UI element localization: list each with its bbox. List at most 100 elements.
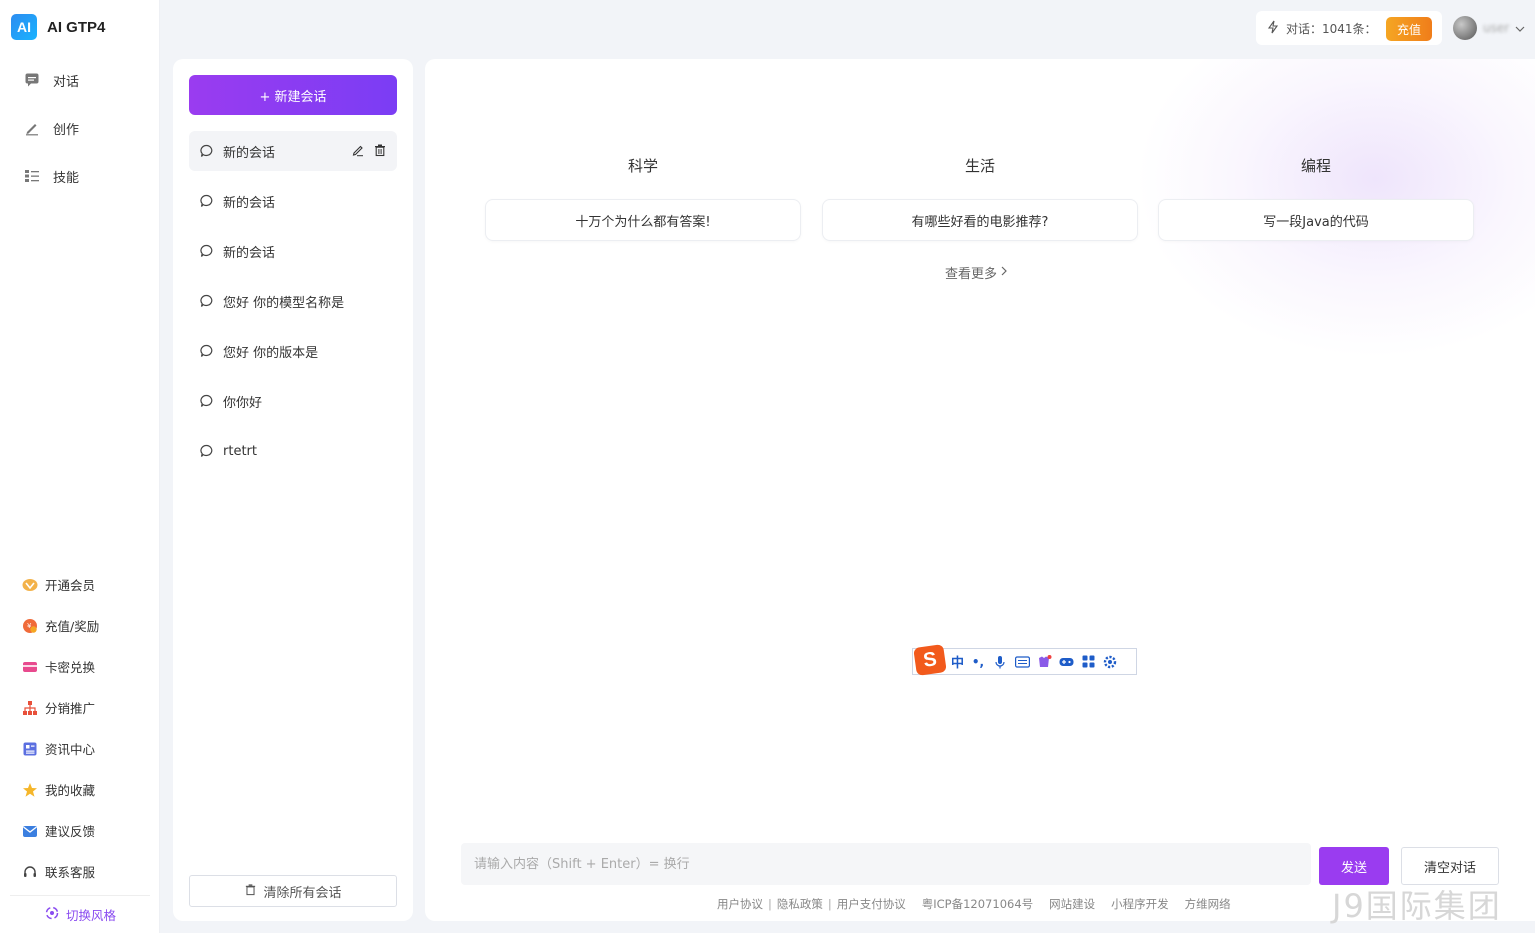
prompt-card[interactable]: 写一段Java的代码 bbox=[1158, 199, 1474, 241]
nav-item-label: 开通会员 bbox=[45, 578, 96, 593]
nav-item-news[interactable]: 资讯中心 bbox=[0, 728, 160, 769]
keyboard-icon[interactable] bbox=[1014, 654, 1030, 670]
switch-style-button[interactable]: 切换风格 bbox=[44, 905, 116, 924]
apps-icon[interactable] bbox=[1080, 654, 1096, 670]
dialog-quota: 对话：1041条： 充值 bbox=[1256, 11, 1442, 45]
conversation-title: 您好 你的版本是 bbox=[223, 345, 319, 361]
clear-all-label: 清除所有会话 bbox=[263, 885, 342, 901]
nav-item-label: 分销推广 bbox=[45, 701, 96, 716]
nav-item-label: 联系客服 bbox=[45, 865, 96, 880]
list-icon bbox=[23, 167, 41, 185]
lightning-icon bbox=[1266, 20, 1280, 37]
prompt-card[interactable]: 有哪些好看的电影推荐? bbox=[822, 199, 1138, 241]
ime-toolbar[interactable]: S 中 •, bbox=[912, 643, 1137, 676]
conversation-actions bbox=[351, 143, 387, 157]
chat-bubble-icon bbox=[200, 394, 214, 408]
gamepad-icon[interactable] bbox=[1058, 654, 1074, 670]
nav-item-distribution[interactable]: 分销推广 bbox=[0, 687, 160, 728]
conversation-item[interactable]: 新的会话 bbox=[189, 231, 397, 271]
news-icon bbox=[22, 741, 38, 757]
nav-item-create[interactable]: 创作 bbox=[0, 104, 160, 152]
headset-icon bbox=[22, 864, 38, 880]
chat-bubble-icon bbox=[200, 144, 214, 158]
footer-link-fangwei[interactable]: 方维网络 bbox=[1185, 896, 1231, 912]
trash-icon bbox=[244, 883, 257, 900]
conversation-title: rtetrt bbox=[223, 443, 257, 459]
star-icon bbox=[22, 782, 38, 798]
nav-divider bbox=[10, 895, 150, 896]
footer-link-user-agreement[interactable]: 用户协议 bbox=[717, 896, 763, 912]
see-more-label: 查看更多 bbox=[945, 267, 998, 282]
footer-link-privacy[interactable]: 隐私政策 bbox=[777, 896, 823, 912]
conversation-title: 新的会话 bbox=[223, 195, 276, 211]
clear-conversation-button[interactable]: 清空对话 bbox=[1401, 847, 1499, 885]
gift-icon: ¥ bbox=[22, 618, 38, 634]
user-name: user bbox=[1483, 21, 1510, 35]
recharge-button[interactable]: 充值 bbox=[1386, 17, 1432, 41]
ime-punctuation[interactable]: •, bbox=[970, 654, 986, 670]
nav-item-chat[interactable]: 对话 bbox=[0, 56, 160, 104]
conversation-title: 您好 你的模型名称是 bbox=[223, 295, 345, 311]
skin-icon[interactable] bbox=[1036, 654, 1052, 670]
chat-bubble-icon bbox=[200, 294, 214, 308]
message-input[interactable] bbox=[461, 843, 1311, 885]
footer-link-web-build[interactable]: 网站建设 bbox=[1049, 896, 1095, 912]
conversation-title: 新的会话 bbox=[223, 145, 276, 161]
conversation-item[interactable]: 您好 你的模型名称是 bbox=[189, 281, 397, 321]
edit-icon[interactable] bbox=[351, 143, 365, 157]
nav-item-card-redeem[interactable]: 卡密兑换 bbox=[0, 646, 160, 687]
mail-icon bbox=[22, 823, 38, 839]
nav-item-feedback[interactable]: 建议反馈 bbox=[0, 810, 160, 851]
nav-item-skills[interactable]: 技能 bbox=[0, 152, 160, 200]
clear-all-conversations-button[interactable]: 清除所有会话 bbox=[189, 875, 397, 907]
nav-item-recharge[interactable]: ¥ 充值/奖励 bbox=[0, 605, 160, 646]
nav-item-label: 创作 bbox=[53, 122, 80, 138]
ime-mode[interactable]: 中 bbox=[951, 652, 964, 671]
nav-item-vip[interactable]: 开通会员 bbox=[0, 564, 160, 605]
user-menu[interactable]: user bbox=[1453, 16, 1525, 40]
category-science: 科学 十万个为什么都有答案! bbox=[485, 156, 801, 241]
footer-link-miniprogram[interactable]: 小程序开发 bbox=[1111, 896, 1169, 912]
nav-item-label: 我的收藏 bbox=[45, 783, 96, 798]
footer-icp[interactable]: 粤ICP备12071064号 bbox=[922, 896, 1033, 912]
trash-icon[interactable] bbox=[373, 143, 387, 157]
chat-bubble-icon bbox=[200, 194, 214, 208]
dialog-count: 对话：1041条： bbox=[1286, 21, 1377, 36]
footer-link-payment-agreement[interactable]: 用户支付协议 bbox=[837, 896, 906, 912]
ime-logo: S bbox=[913, 643, 947, 676]
microphone-icon[interactable] bbox=[992, 654, 1008, 670]
category-programming: 编程 写一段Java的代码 bbox=[1158, 156, 1474, 241]
svg-text:¥: ¥ bbox=[27, 622, 32, 630]
see-more-link[interactable]: 查看更多 bbox=[945, 263, 1008, 282]
new-chat-button[interactable]: + 新建会话 bbox=[189, 75, 397, 115]
avatar bbox=[1453, 16, 1477, 40]
category-title: 生活 bbox=[964, 157, 995, 175]
nav-item-label: 充值/奖励 bbox=[45, 619, 100, 634]
conversation-item[interactable]: 新的会话 bbox=[189, 131, 397, 171]
conversation-item[interactable]: rtetrt bbox=[189, 431, 397, 471]
chat-bubble-icon bbox=[200, 444, 214, 458]
vip-icon bbox=[22, 577, 38, 593]
palette-icon bbox=[44, 905, 60, 924]
chevron-down-icon bbox=[1515, 21, 1525, 35]
nav-item-support[interactable]: 联系客服 bbox=[0, 851, 160, 892]
send-button[interactable]: 发送 bbox=[1319, 847, 1389, 885]
conversation-item[interactable]: 新的会话 bbox=[189, 181, 397, 221]
footer-links: 用户协议 | 隐私政策 | 用户支付协议 粤ICP备12071064号 网站建设… bbox=[717, 896, 1231, 912]
nav-item-label: 建议反馈 bbox=[45, 824, 96, 839]
main-chat-area: 科学 十万个为什么都有答案! 生活 有哪些好看的电影推荐? 编程 写一段Java… bbox=[425, 59, 1535, 921]
chat-bubble-icon bbox=[200, 344, 214, 358]
conversation-title: 你你好 bbox=[223, 395, 263, 411]
switch-style-label: 切换风格 bbox=[66, 908, 117, 923]
nav-bottom: 开通会员 ¥ 充值/奖励 卡密兑换 分销推广 资讯中心 我的收藏 建议反馈 联系… bbox=[0, 564, 160, 892]
brand[interactable]: AI AI GTP4 bbox=[11, 14, 105, 40]
settings-gear-icon[interactable] bbox=[1102, 654, 1118, 670]
conversation-item[interactable]: 你你好 bbox=[189, 381, 397, 421]
nav-item-favorites[interactable]: 我的收藏 bbox=[0, 769, 160, 810]
nav-item-label: 对话 bbox=[53, 74, 80, 90]
category-title: 编程 bbox=[1300, 157, 1331, 175]
nav-main: 对话 创作 技能 bbox=[0, 56, 160, 200]
network-icon bbox=[22, 700, 38, 716]
conversation-item[interactable]: 您好 你的版本是 bbox=[189, 331, 397, 371]
prompt-card[interactable]: 十万个为什么都有答案! bbox=[485, 199, 801, 241]
